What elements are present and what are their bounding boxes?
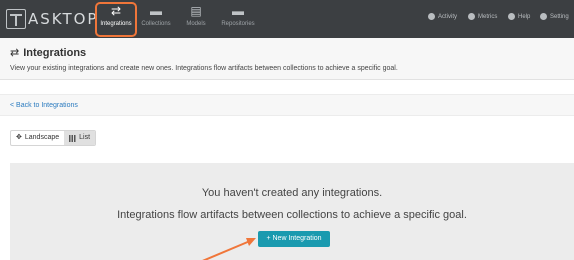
collections-icon: ▬ [150,4,162,18]
landscape-icon: ✥ [16,134,22,141]
empty-state-message: You haven't created any integrations. [201,187,383,199]
nav-item-collections[interactable]: ▬ Collections [134,3,178,35]
repositories-icon: ▬ [232,4,244,18]
nav-activity-label: Activity [438,13,458,20]
nav-metrics[interactable]: Metrics [468,13,497,20]
help-icon [508,13,515,20]
nav-item-models[interactable]: ▤ Models [174,3,218,35]
back-bar: < Back to Integrations [0,94,574,116]
nav-help[interactable]: Help [508,13,530,20]
empty-state-panel: You haven't created any integrations. In… [10,163,574,260]
nav-settings-label: Setting [550,13,569,20]
top-nav-bar: ASKTOP ⇄ Integrations ▬ Collections ▤ Mo… [0,0,574,38]
gear-icon [540,13,547,20]
list-label: List [79,134,91,141]
nav-metrics-label: Metrics [478,13,498,20]
bell-icon [428,13,435,20]
empty-state-description: Integrations flow artifacts between coll… [117,209,467,221]
logo-mark-icon [6,9,26,29]
list-view-button[interactable]: List [64,131,96,145]
logo-text: ASKTOP [28,10,99,28]
nav-item-repositories[interactable]: ▬ Repositories [216,3,260,35]
nav-highlight-outline [95,2,137,37]
nav-activity[interactable]: Activity [428,13,457,20]
page-title: Integrations [23,46,87,59]
page-subtitle: View your existing integrations and crea… [10,65,398,72]
landscape-label: Landscape [24,134,60,141]
models-icon: ▤ [190,4,202,18]
tasktop-logo[interactable]: ASKTOP [6,8,98,30]
list-icon [69,134,77,142]
nav-help-label: Help [518,13,531,20]
page-header: ⇄ Integrations View your existing integr… [0,38,574,80]
nav-item-label: Models [186,21,206,27]
nav-settings[interactable]: Setting [540,13,569,20]
gauge-icon [468,13,475,20]
nav-item-label: Repositories [221,21,255,27]
integrations-title-icon: ⇄ [10,47,20,59]
back-to-integrations-link[interactable]: < Back to Integrations [10,102,78,109]
landscape-view-button[interactable]: ✥ Landscape [11,131,64,145]
nav-item-label: Collections [141,21,171,27]
new-integration-button[interactable]: + New Integration [258,231,330,247]
view-toggle: ✥ Landscape List [10,130,97,146]
